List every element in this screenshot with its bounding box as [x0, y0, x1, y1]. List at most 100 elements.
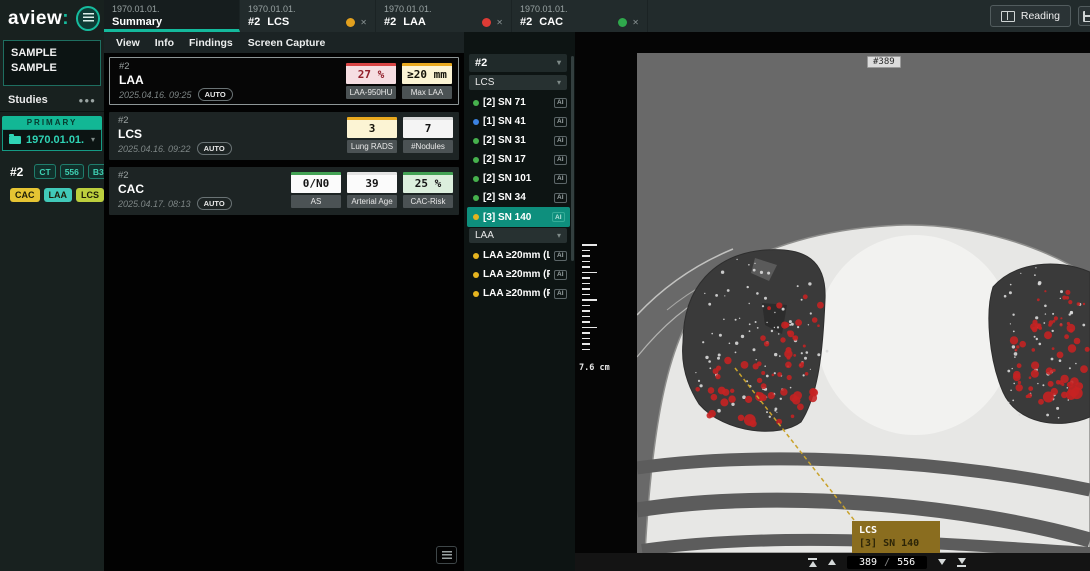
- chevron-down-icon[interactable]: ▾: [91, 136, 95, 144]
- status-dot-icon: [473, 253, 479, 259]
- study-date: 1970.01.01.: [26, 134, 86, 146]
- finding-item[interactable]: [2] SN 17 AI: [464, 150, 575, 169]
- cac-badge[interactable]: CAC: [10, 188, 40, 202]
- metric-value: ≥20 mm: [402, 63, 452, 84]
- status-dot-icon: [473, 176, 479, 182]
- tab-lcs[interactable]: 1970.01.01. #2 LCS ✕: [240, 0, 376, 32]
- tab-cac[interactable]: 1970.01.01. #2 CAC ✕: [512, 0, 648, 32]
- more-icon[interactable]: ●●●: [79, 96, 97, 105]
- slice-count-badge: 556: [60, 164, 84, 179]
- tab-series: #2: [384, 16, 396, 28]
- status-dot-icon: [473, 138, 479, 144]
- lcs-select-value: LCS: [475, 77, 494, 88]
- metric-cac-risk: 25 % CAC-Risk: [403, 172, 453, 208]
- series-row[interactable]: #2 CT 556 B30f: [0, 151, 104, 179]
- chevron-down-icon: ▾: [557, 79, 561, 87]
- previous-slice-button[interactable]: [828, 559, 836, 565]
- finding-label: [3] SN 140: [483, 212, 548, 223]
- metric-arterial-age: 39 Arterial Age: [347, 172, 397, 208]
- ai-badge: AI: [554, 174, 568, 184]
- save-button[interactable]: [1078, 6, 1090, 26]
- ct-image[interactable]: [637, 53, 1090, 553]
- tab-summary[interactable]: 1970.01.01. Summary: [104, 0, 240, 32]
- card-metrics: 3 Lung RADS 7 #Nodules: [347, 117, 453, 153]
- finding-item[interactable]: [1] SN 41 AI: [464, 112, 575, 131]
- save-icon: [1083, 11, 1090, 22]
- layout-list-button[interactable]: [436, 546, 457, 564]
- patient-box[interactable]: SAMPLE SAMPLE: [3, 40, 101, 86]
- metric-label: Max LAA: [402, 86, 452, 99]
- finding-item[interactable]: [2] SN 71 AI: [464, 93, 575, 112]
- metric-value: 0/N0: [291, 172, 341, 193]
- tab-date: 1970.01.01.: [384, 4, 503, 15]
- tab-label: LAA: [403, 16, 482, 28]
- status-dot-icon: [482, 18, 491, 27]
- finding-label: LAA ≥20mm (L...: [483, 250, 550, 261]
- finding-item[interactable]: [2] SN 31 AI: [464, 131, 575, 150]
- auto-badge: AUTO: [197, 197, 232, 210]
- tab-laa[interactable]: 1970.01.01. #2 LAA ✕: [376, 0, 512, 32]
- summary-card-lcs[interactable]: #2 LCS 2025.04.16. 09:22 AUTO 3 Lung RAD…: [109, 112, 459, 160]
- ai-badge: AI: [554, 193, 568, 203]
- finding-label: LAA ≥20mm (R...: [483, 288, 550, 299]
- status-dot-icon: [618, 18, 627, 27]
- metric-label: Arterial Age: [347, 195, 397, 208]
- study-row[interactable]: 1970.01.01. ▾: [2, 129, 102, 151]
- card-datetime: 2025.04.16. 09:25: [119, 90, 192, 100]
- metric-value: 3: [347, 117, 397, 138]
- metric-maxlaa: ≥20 mm Max LAA: [402, 63, 452, 99]
- finding-item[interactable]: LAA ≥20mm (R... AI: [464, 265, 575, 284]
- metric-as: 0/N0 AS: [291, 172, 341, 208]
- finding-item[interactable]: [2] SN 34 AI: [464, 188, 575, 207]
- lcs-group-select[interactable]: LCS ▾: [469, 75, 567, 90]
- finding-label: [2] SN 101: [483, 173, 550, 184]
- reading-button[interactable]: Reading: [990, 5, 1071, 27]
- menu-info[interactable]: Info: [155, 37, 174, 49]
- list-icon: [442, 551, 452, 559]
- card-info: #2 CAC 2025.04.17. 08:13 AUTO: [118, 170, 232, 210]
- laa-group-select[interactable]: LAA ▾: [469, 228, 567, 243]
- summary-card-cac[interactable]: #2 CAC 2025.04.17. 08:13 AUTO 0/N0 AS 39…: [109, 167, 459, 215]
- close-icon[interactable]: ✕: [496, 18, 503, 27]
- logo-text: aview: [8, 8, 62, 30]
- ai-badge: AI: [554, 289, 568, 299]
- annotation-title: LCS: [859, 524, 933, 537]
- close-icon[interactable]: ✕: [632, 18, 639, 27]
- worklist-icon[interactable]: [76, 6, 100, 31]
- ai-badge: AI: [554, 136, 568, 146]
- close-icon[interactable]: ✕: [360, 18, 367, 27]
- ruler: [582, 244, 597, 354]
- menu-screen-capture[interactable]: Screen Capture: [248, 37, 326, 49]
- card-info: #2 LAA 2025.04.16. 09:25 AUTO: [119, 61, 233, 101]
- patient-name-line1: SAMPLE: [11, 46, 93, 61]
- status-dot-icon: [473, 195, 479, 201]
- metric-nodules: 7 #Nodules: [403, 117, 453, 153]
- series-select[interactable]: #2 ▾: [469, 54, 567, 72]
- finding-item-selected[interactable]: [3] SN 140 AI: [467, 207, 570, 227]
- tab-label: LCS: [267, 16, 346, 28]
- laa-badge[interactable]: LAA: [44, 188, 73, 202]
- slice-divider: /: [884, 557, 890, 568]
- finding-item[interactable]: LAA ≥20mm (L... AI: [464, 246, 575, 265]
- last-slice-button[interactable]: [957, 558, 966, 567]
- metric-laa950: 27 % LAA-950HU: [346, 63, 396, 99]
- menu-findings[interactable]: Findings: [189, 37, 233, 49]
- findings-scrollbar[interactable]: [571, 56, 574, 261]
- card-title: CAC: [118, 182, 232, 196]
- ai-badge: AI: [554, 117, 568, 127]
- menu-view[interactable]: View: [116, 37, 140, 49]
- first-slice-button[interactable]: [808, 558, 817, 567]
- metric-lungrads: 3 Lung RADS: [347, 117, 397, 153]
- metric-label: LAA-950HU: [346, 86, 396, 99]
- finding-item[interactable]: [2] SN 101 AI: [464, 169, 575, 188]
- summary-card-laa[interactable]: #2 LAA 2025.04.16. 09:25 AUTO 27 % LAA-9…: [109, 57, 459, 105]
- ct-viewer[interactable]: #389 7.6 cm LCS [3] SN 140 389 / 556: [575, 32, 1090, 571]
- metric-label: AS: [291, 195, 341, 208]
- finding-item[interactable]: LAA ≥20mm (R... AI: [464, 284, 575, 303]
- finding-label: [2] SN 34: [483, 192, 550, 203]
- next-slice-button[interactable]: [938, 559, 946, 565]
- card-datetime: 2025.04.17. 08:13: [118, 199, 191, 209]
- series-select-value: #2: [475, 57, 487, 69]
- lcs-badge[interactable]: LCS: [76, 188, 104, 202]
- slice-total: 556: [897, 557, 915, 568]
